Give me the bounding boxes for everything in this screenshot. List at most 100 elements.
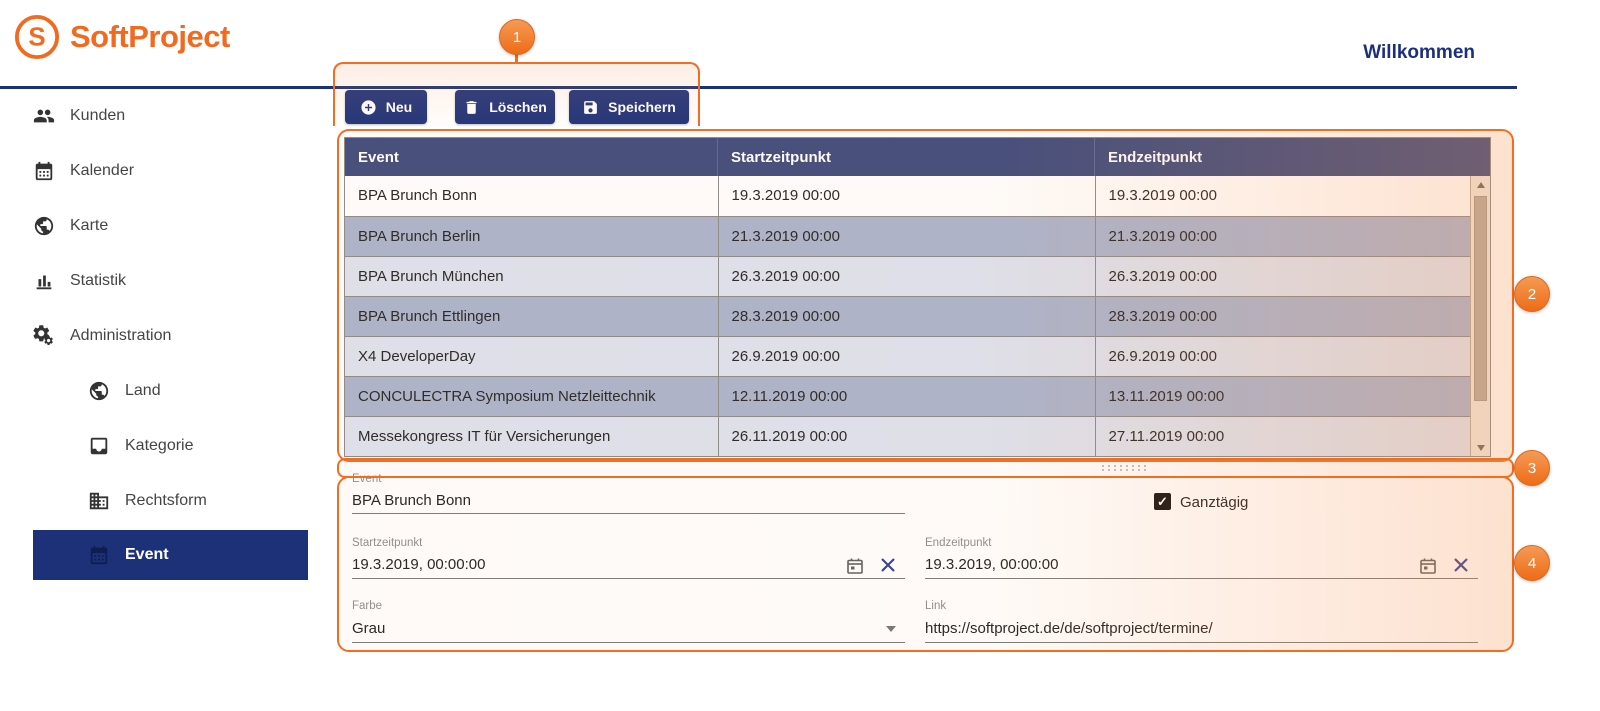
event-field-input[interactable]: BPA Brunch Bonn xyxy=(352,492,471,509)
annotation-stem-1 xyxy=(515,53,518,64)
color-select[interactable]: Grau xyxy=(352,620,385,637)
header-divider xyxy=(0,86,1517,89)
annotation-marker-2: 2 xyxy=(1514,276,1550,312)
cell-start: 12.11.2019 00:00 xyxy=(718,376,1095,416)
loeschen-button-label: Löschen xyxy=(489,99,547,115)
bar-chart-icon xyxy=(33,270,55,292)
loeschen-button[interactable]: Löschen xyxy=(455,90,555,124)
sidebar-item-label: Rechtsform xyxy=(125,492,207,510)
cell-start: 26.3.2019 00:00 xyxy=(718,256,1095,296)
sidebar-item-kunden[interactable]: Kunden xyxy=(0,91,310,141)
event-table: Event Startzeitpunkt Endzeitpunkt BPA Br… xyxy=(344,137,1491,457)
table-row[interactable]: BPA Brunch Bonn 19.3.2019 00:00 19.3.201… xyxy=(345,176,1470,216)
cell-event: Messekongress IT für Versicherungen xyxy=(345,416,718,456)
cell-end: 26.9.2019 00:00 xyxy=(1095,336,1470,376)
scrollbar-thumb[interactable] xyxy=(1474,196,1487,401)
cell-event: BPA Brunch Bonn xyxy=(345,176,718,216)
sidebar-item-rechtsform[interactable]: Rechtsform xyxy=(0,476,310,526)
start-calendar-picker-icon[interactable] xyxy=(846,557,864,580)
allday-checkbox-label[interactable]: Ganztägig xyxy=(1180,494,1248,511)
checkmark-icon: ✓ xyxy=(1157,494,1168,510)
gears-icon xyxy=(33,325,55,347)
sidebar-item-label: Kategorie xyxy=(125,437,194,455)
plus-circle-icon xyxy=(360,99,377,116)
globe-icon xyxy=(33,215,55,237)
app-title: SoftProject xyxy=(70,19,230,55)
end-clear-icon[interactable] xyxy=(1453,557,1469,578)
sidebar-item-label: Kunden xyxy=(70,107,125,125)
sidebar-item-kalender[interactable]: Kalender xyxy=(0,146,310,196)
column-header-endzeitpunkt[interactable]: Endzeitpunkt xyxy=(1095,138,1490,176)
start-field-underline xyxy=(352,578,905,579)
sidebar-item-label: Land xyxy=(125,382,161,400)
cell-event: BPA Brunch München xyxy=(345,256,718,296)
column-header-startzeitpunkt[interactable]: Startzeitpunkt xyxy=(718,138,1095,176)
sidebar-item-label: Kalender xyxy=(70,162,134,180)
start-field-input[interactable]: 19.3.2019, 00:00:00 xyxy=(352,556,485,573)
svg-text:S: S xyxy=(28,24,45,52)
pane-splitter[interactable] xyxy=(337,459,1514,477)
cell-end: 13.11.2019 00:00 xyxy=(1095,376,1470,416)
neu-button-label: Neu xyxy=(386,99,412,115)
annotation-marker-4: 4 xyxy=(1514,545,1550,581)
scroll-down-icon[interactable] xyxy=(1471,439,1490,456)
tray-icon xyxy=(88,435,110,457)
sidebar-item-label: Statistik xyxy=(70,272,126,290)
end-calendar-picker-icon[interactable] xyxy=(1419,557,1437,580)
sidebar-item-event[interactable]: Event xyxy=(33,530,308,580)
link-field-underline xyxy=(925,642,1478,643)
table-row[interactable]: BPA Brunch München 26.3.2019 00:00 26.3.… xyxy=(345,256,1470,296)
color-field-underline xyxy=(352,642,905,643)
start-clear-icon[interactable] xyxy=(880,557,896,578)
cell-end: 27.11.2019 00:00 xyxy=(1095,416,1470,456)
sidebar-item-land[interactable]: Land xyxy=(0,366,310,416)
app-logo: S SoftProject xyxy=(14,14,230,60)
sidebar-item-label: Karte xyxy=(70,217,108,235)
event-calendar-icon xyxy=(88,544,110,566)
table-row[interactable]: CONCULECTRA Symposium Netzleittechnik 12… xyxy=(345,376,1470,416)
annotation-marker-1: 1 xyxy=(499,19,535,55)
column-header-event[interactable]: Event xyxy=(345,138,718,176)
chevron-down-icon[interactable] xyxy=(886,626,896,632)
link-field-input[interactable]: https://softproject.de/de/softproject/te… xyxy=(925,620,1213,637)
table-row[interactable]: X4 DeveloperDay 26.9.2019 00:00 26.9.201… xyxy=(345,336,1470,376)
event-field-underline xyxy=(352,513,905,514)
color-field-label: Farbe xyxy=(352,600,382,612)
calendar-icon xyxy=(33,160,55,182)
neu-button[interactable]: Neu xyxy=(345,90,427,124)
sidebar-item-karte[interactable]: Karte xyxy=(0,201,310,251)
people-icon xyxy=(33,105,55,127)
cell-start: 28.3.2019 00:00 xyxy=(718,296,1095,336)
cell-event: CONCULECTRA Symposium Netzleittechnik xyxy=(345,376,718,416)
sidebar-item-administration[interactable]: Administration xyxy=(0,311,310,361)
allday-checkbox[interactable]: ✓ xyxy=(1154,493,1171,510)
link-field-label: Link xyxy=(925,600,946,612)
table-header-row: Event Startzeitpunkt Endzeitpunkt xyxy=(345,138,1490,176)
cell-start: 19.3.2019 00:00 xyxy=(718,176,1095,216)
cell-end: 19.3.2019 00:00 xyxy=(1095,176,1470,216)
welcome-text: Willkommen xyxy=(1363,42,1475,64)
cell-start: 26.11.2019 00:00 xyxy=(718,416,1095,456)
cell-event: BPA Brunch Ettlingen xyxy=(345,296,718,336)
end-field-input[interactable]: 19.3.2019, 00:00:00 xyxy=(925,556,1058,573)
sidebar-item-statistik[interactable]: Statistik xyxy=(0,256,310,306)
sidebar-item-kategorie[interactable]: Kategorie xyxy=(0,421,310,471)
trash-icon xyxy=(463,99,480,116)
table-row[interactable]: BPA Brunch Berlin 21.3.2019 00:00 21.3.2… xyxy=(345,216,1470,256)
cell-end: 26.3.2019 00:00 xyxy=(1095,256,1470,296)
globe-icon xyxy=(88,380,110,402)
event-field-label: Event xyxy=(352,473,381,485)
speichern-button-label: Speichern xyxy=(608,99,676,115)
end-field-label: Endzeitpunkt xyxy=(925,537,992,549)
scroll-up-icon[interactable] xyxy=(1471,176,1490,193)
table-row[interactable]: BPA Brunch Ettlingen 28.3.2019 00:00 28.… xyxy=(345,296,1470,336)
speichern-button[interactable]: Speichern xyxy=(569,90,689,124)
building-icon xyxy=(88,490,110,512)
cell-end: 28.3.2019 00:00 xyxy=(1095,296,1470,336)
sidebar-item-label: Event xyxy=(125,546,169,564)
softproject-logo-icon: S xyxy=(14,14,60,60)
table-scrollbar[interactable] xyxy=(1470,176,1490,456)
table-row[interactable]: Messekongress IT für Versicherungen 26.1… xyxy=(345,416,1470,456)
splitter-handle-icon[interactable] xyxy=(1100,464,1148,472)
annotation-marker-3: 3 xyxy=(1514,450,1550,486)
